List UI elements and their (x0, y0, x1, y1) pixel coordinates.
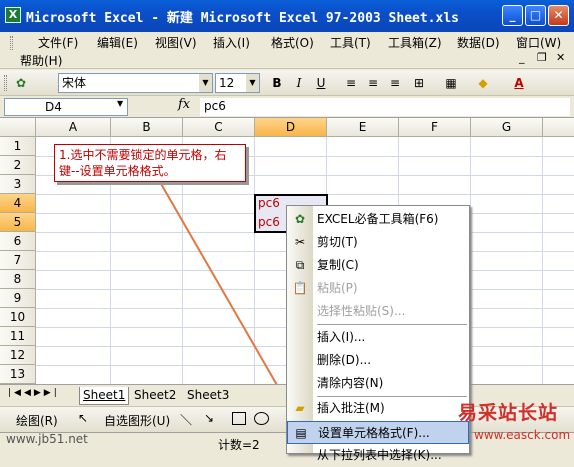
watermark-site-name: 易采站长站 (458, 402, 559, 424)
menu-item-label: 从下拉列表中选择(K)... (317, 448, 442, 462)
menu-item-label: 插入批注(M) (317, 401, 385, 415)
autoshapes-menu-button[interactable]: 自选图形(U) (104, 412, 170, 429)
line-tool-icon[interactable]: ＼ (180, 411, 192, 428)
draw-menu-button[interactable]: 绘图(R) (16, 412, 58, 429)
watermark-jb51: www.jb51.net (6, 432, 88, 446)
menu-item-label: EXCEL必备工具箱(F6) (317, 212, 439, 226)
menu-item-paste-special[interactable]: 选择性粘贴(S)... (287, 300, 469, 323)
menu-item-label: 清除内容(N) (317, 376, 384, 390)
watermark-site-url: www.easck.com (474, 428, 571, 442)
menu-item-copy[interactable]: ⧉ 复制(C) (287, 254, 469, 277)
menu-item-paste[interactable]: 📋 粘贴(P) (287, 277, 469, 300)
menu-item-clear-contents[interactable]: 清除内容(N) (287, 372, 469, 395)
status-count: 计数=2 (218, 438, 260, 452)
menu-item-cut[interactable]: ✂ 剪切(T) (287, 231, 469, 254)
paste-icon: 📋 (292, 281, 308, 295)
menu-item-delete[interactable]: 删除(D)... (287, 349, 469, 372)
menu-item-insert[interactable]: 插入(I)... (287, 326, 469, 349)
arrow-tool-icon[interactable]: ↘ (204, 411, 214, 425)
menu-item-toolbox[interactable]: ✿ EXCEL必备工具箱(F6) (287, 208, 469, 231)
scissors-icon: ✂ (294, 235, 306, 249)
menu-item-label: 粘贴(P) (317, 281, 358, 295)
select-objects-icon[interactable]: ↖ (78, 411, 88, 425)
toolbox-icon: ✿ (294, 212, 306, 226)
oval-tool-icon[interactable] (254, 412, 269, 425)
copy-icon: ⧉ (295, 258, 305, 272)
context-menu: ✿ EXCEL必备工具箱(F6) ✂ 剪切(T) ⧉ 复制(C) 📋 粘贴(P)… (286, 205, 470, 462)
tab-sheet2[interactable]: Sheet2 (131, 387, 179, 405)
menu-item-label: 删除(D)... (317, 353, 372, 367)
menu-item-insert-comment[interactable]: ▰ 插入批注(M) (287, 397, 469, 420)
tab-sheet1[interactable]: Sheet1 (79, 387, 130, 405)
rectangle-tool-icon[interactable] (232, 412, 246, 425)
menu-item-label: 剪切(T) (317, 235, 358, 249)
arrow-line (159, 181, 297, 419)
format-cells-icon: ▤ (295, 426, 307, 440)
menu-item-label: 复制(C) (317, 258, 359, 272)
tab-nav-arrows-icon[interactable]: |◀◀▶▶| (8, 388, 60, 398)
menu-item-label: 设置单元格格式(F)... (318, 426, 430, 440)
comment-icon: ▰ (295, 401, 305, 415)
menu-separator (317, 324, 467, 325)
menu-item-label: 插入(I)... (317, 330, 366, 344)
menu-item-label: 选择性粘贴(S)... (317, 304, 406, 318)
menu-item-pick-from-list[interactable]: 从下拉列表中选择(K)... (287, 444, 469, 467)
tab-sheet3[interactable]: Sheet3 (184, 387, 232, 405)
annotation-callout: 1.选中不需要锁定的单元格，右键--设置单元格格式。 (54, 144, 246, 182)
menu-item-format-cells[interactable]: ▤ 设置单元格格式(F)... (287, 421, 469, 444)
